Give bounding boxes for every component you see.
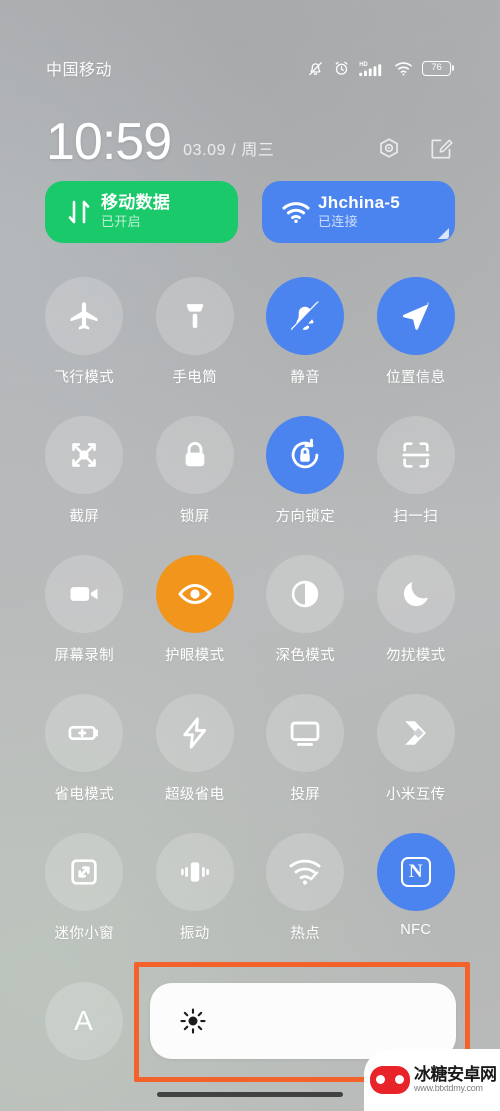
nfc-glyph: N: [400, 857, 431, 887]
toggle-screenshot[interactable]: 截屏: [29, 416, 140, 526]
toggle-label: 位置信息: [385, 370, 446, 386]
clock-action-icons: [376, 136, 454, 162]
toggle-mi-share[interactable]: 小米互传: [361, 694, 472, 804]
gear-icon[interactable]: [376, 136, 402, 162]
toggle-airplane-mode[interactable]: 飞行模式: [29, 277, 140, 387]
toggle-label: 勿扰模式: [385, 648, 446, 664]
lock-icon: [155, 416, 234, 494]
mobile-data-card[interactable]: 移动数据 已开启: [45, 181, 238, 243]
toggle-label: 截屏: [69, 509, 100, 525]
status-bar: 中国移动 HD 76: [0, 52, 500, 84]
gamepad-logo-icon: [370, 1066, 410, 1094]
airplane-icon: [45, 277, 124, 355]
hd-signal-icon: HD: [359, 60, 385, 77]
clock-row: 10:59 03.09 / 周三: [46, 106, 454, 168]
quick-settings-grid: 飞行模式 手电筒 静音 位置信息 截屏 锁屏 方向锁定 扫一扫 屏幕录制 护眼模…: [29, 277, 471, 943]
data-arrows-icon: [59, 197, 99, 227]
home-indicator[interactable]: [157, 1092, 343, 1097]
wifi-card[interactable]: Jhchina-5 已连接: [262, 181, 455, 243]
toggle-ultra-battery-saver[interactable]: 超级省电: [140, 694, 251, 804]
connectivity-cards: 移动数据 已开启 Jhchina-5 已连接: [45, 181, 455, 243]
toggle-label: 手电筒: [172, 370, 218, 386]
toggle-label: 锁屏: [179, 509, 210, 525]
toggle-label: 方向锁定: [275, 509, 336, 525]
toggle-lock-screen[interactable]: 锁屏: [140, 416, 251, 526]
wifi-icon: [394, 60, 413, 77]
bolt-icon: [155, 694, 234, 772]
contrast-icon: [266, 555, 345, 633]
toggle-label: 投屏: [290, 787, 321, 803]
monitor-icon: [266, 694, 345, 772]
nfc-icon: N: [376, 833, 455, 911]
vibrate-icon: [155, 833, 234, 911]
toggle-location[interactable]: 位置信息: [361, 277, 472, 387]
svg-text:HD: HD: [359, 61, 368, 67]
hotspot-icon: [266, 833, 345, 911]
toggle-screen-record[interactable]: 屏幕录制: [29, 555, 140, 665]
toggle-label: 静音: [290, 370, 321, 386]
toggle-label: 扫一扫: [393, 509, 439, 525]
toggle-label: 护眼模式: [164, 648, 225, 664]
screenshot-icon: [45, 416, 124, 494]
wifi-icon: [276, 200, 316, 224]
toggle-dark-mode[interactable]: 深色模式: [250, 555, 361, 665]
toggle-flashlight[interactable]: 手电筒: [140, 277, 251, 387]
battery-plus-icon: [45, 694, 124, 772]
mini-window-icon: [45, 833, 124, 911]
video-camera-icon: [45, 555, 124, 633]
toggle-label: 小米互传: [385, 787, 446, 803]
wifi-subtitle: 已连接: [318, 214, 358, 229]
clock-date: 03.09 / 周三: [183, 142, 275, 159]
toggle-nfc[interactable]: N NFC: [361, 833, 472, 943]
toggle-label: 超级省电: [164, 787, 225, 803]
wifi-expand-icon[interactable]: [438, 228, 449, 239]
toggle-vibrate[interactable]: 振动: [140, 833, 251, 943]
toggle-label: 迷你小窗: [54, 926, 115, 942]
flashlight-icon: [155, 277, 234, 355]
watermark-url: www.btxtdmy.com: [414, 1083, 483, 1094]
toggle-mini-window[interactable]: 迷你小窗: [29, 833, 140, 943]
toggle-label: 振动: [179, 926, 210, 942]
toggle-scan[interactable]: 扫一扫: [361, 416, 472, 526]
watermark: 冰糖安卓网 www.btxtdmy.com: [364, 1049, 500, 1111]
status-icons: HD 76: [307, 60, 454, 77]
alarm-clock-icon: [333, 60, 350, 77]
moon-icon: [376, 555, 455, 633]
mobile-data-subtitle: 已开启: [101, 214, 141, 229]
toggle-do-not-disturb[interactable]: 勿扰模式: [361, 555, 472, 665]
toggle-hotspot[interactable]: 热点: [250, 833, 361, 943]
edit-icon[interactable]: [428, 136, 454, 162]
location-arrow-icon: [376, 277, 455, 355]
toggle-eye-comfort[interactable]: 护眼模式: [140, 555, 251, 665]
rotation-lock-icon: [266, 416, 345, 494]
carrier-label: 中国移动: [46, 62, 113, 79]
battery-icon: 76: [422, 60, 454, 76]
toggle-battery-saver[interactable]: 省电模式: [29, 694, 140, 804]
mute-bell-icon: [307, 60, 324, 77]
toggle-label: 热点: [290, 926, 321, 942]
toggle-rotation-lock[interactable]: 方向锁定: [250, 416, 361, 526]
watermark-title: 冰糖安卓网: [414, 1065, 497, 1085]
scan-icon: [376, 416, 455, 494]
toggle-label: 省电模式: [54, 787, 115, 803]
mobile-data-title: 移动数据: [101, 193, 171, 213]
toggle-mute[interactable]: 静音: [250, 277, 361, 387]
battery-percent: 76: [431, 62, 442, 74]
toggle-label: NFC: [400, 922, 432, 938]
toggle-label: 飞行模式: [54, 370, 115, 386]
clock-time: 10:59: [46, 113, 172, 172]
mute-bell-icon: [266, 277, 345, 355]
toggle-cast-screen[interactable]: 投屏: [250, 694, 361, 804]
toggle-label: 屏幕录制: [54, 648, 115, 664]
toggle-label: 深色模式: [275, 648, 336, 664]
eye-icon: [155, 555, 234, 633]
wifi-title: Jhchina-5: [318, 193, 401, 213]
mi-share-icon: [376, 694, 455, 772]
control-center-screen: 中国移动 HD 76 10:59 03.09 / 周三 移动数据 已开启 Jhc…: [0, 0, 500, 1111]
auto-brightness-button[interactable]: A: [45, 982, 123, 1060]
